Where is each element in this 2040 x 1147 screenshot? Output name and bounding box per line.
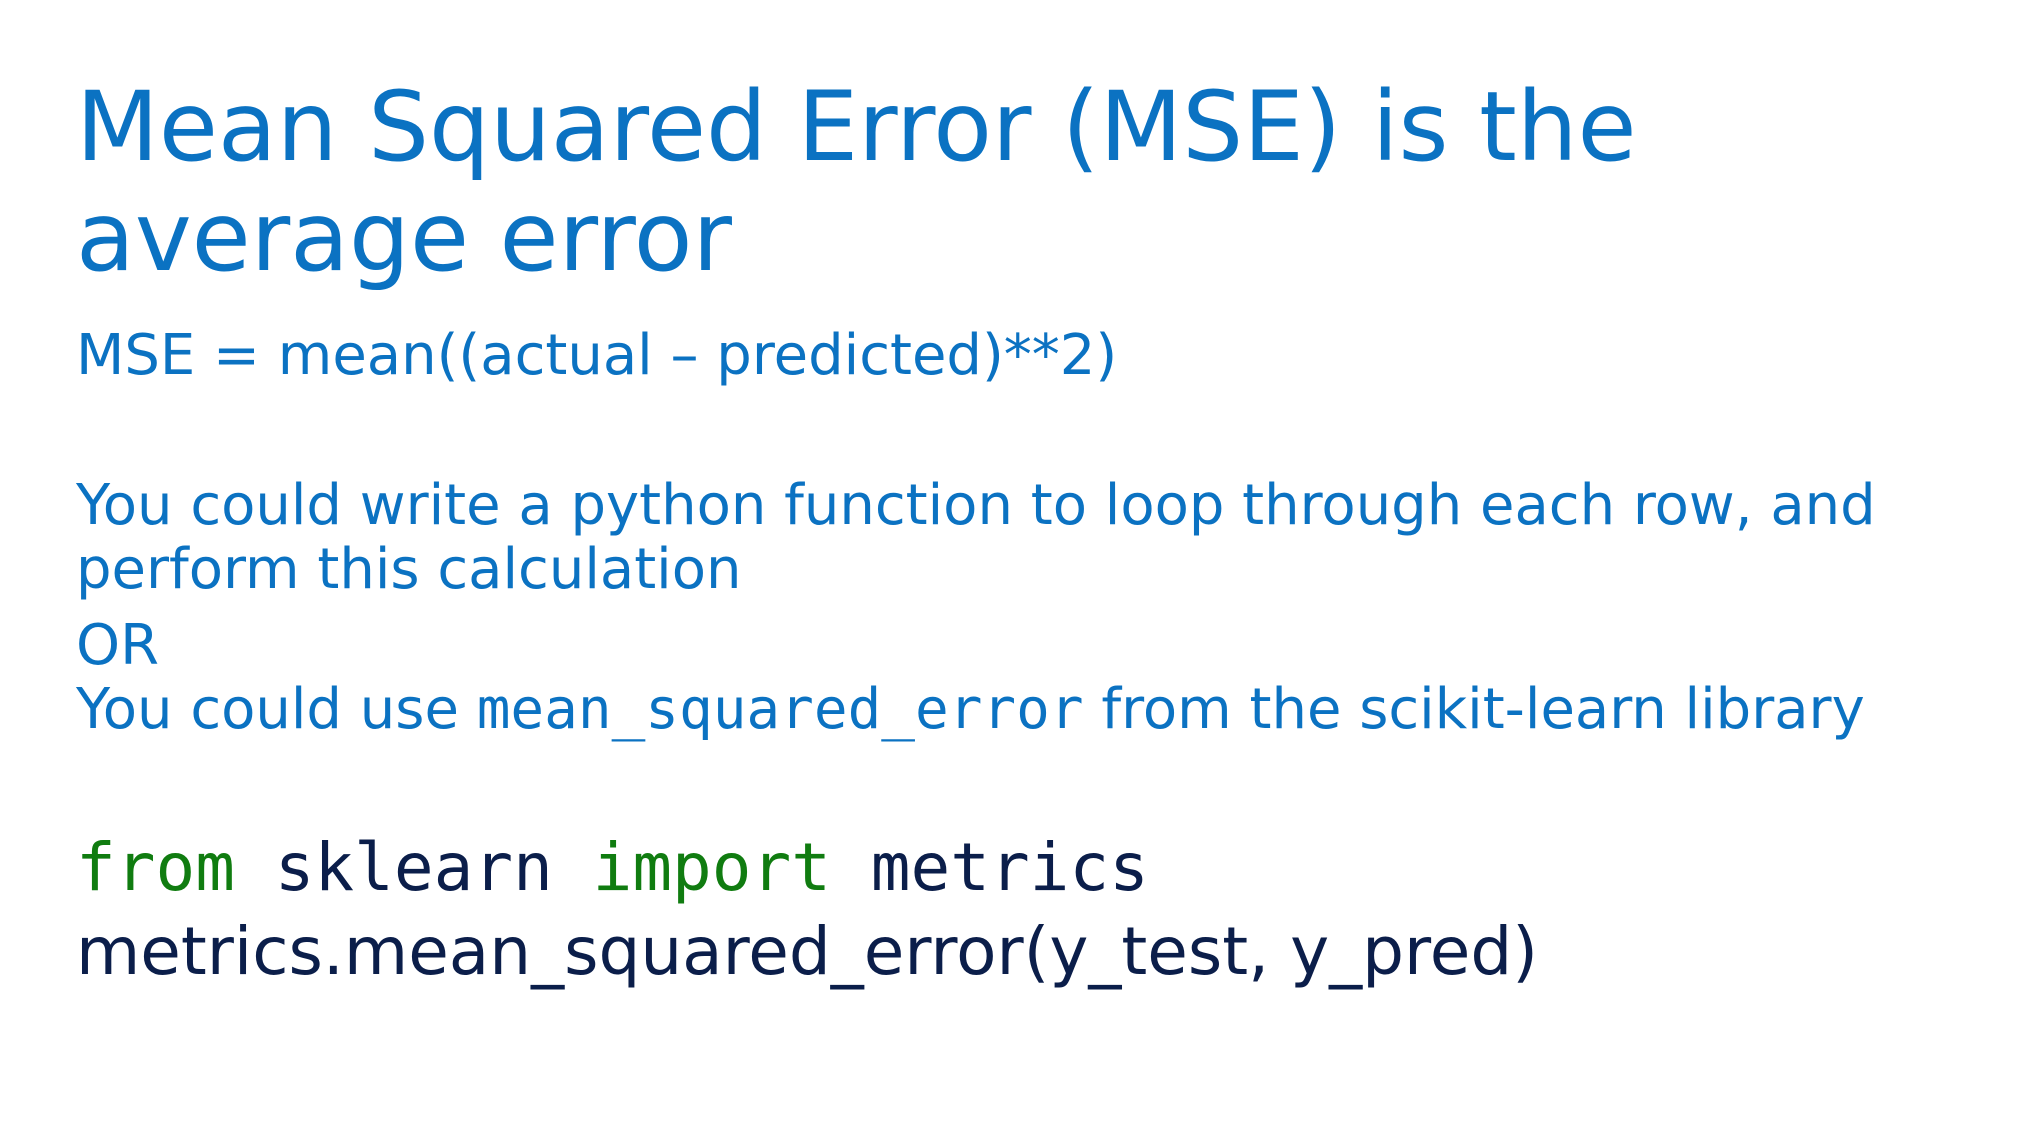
code-call-line: metrics.mean_squared_error(y_test, y_pre… bbox=[76, 913, 1538, 990]
mse-formula: MSE = mean((actual – predicted)**2) bbox=[76, 323, 1118, 388]
paragraph-line-2: perform this calculation bbox=[76, 537, 742, 602]
code-module-name: sklearn bbox=[234, 829, 593, 906]
slide-title: Mean Squared Error (MSE) is the average … bbox=[76, 71, 1637, 293]
code-keyword-import: import bbox=[592, 829, 831, 906]
library-suggestion: You could use mean_squared_error from th… bbox=[76, 678, 1976, 742]
slide: Mean Squared Error (MSE) is the average … bbox=[0, 0, 2040, 1147]
paragraph-line-1: You could write a python function to loo… bbox=[76, 473, 1876, 538]
inline-code-function-name: mean_squared_error bbox=[476, 677, 1084, 742]
library-suggestion-prefix: You could use bbox=[76, 677, 477, 742]
library-suggestion-suffix: from the scikit-learn library bbox=[1083, 677, 1865, 742]
or-text: OR bbox=[76, 613, 159, 678]
code-import-line: from sklearn import metrics bbox=[76, 828, 1149, 908]
code-imported-name: metrics bbox=[831, 829, 1149, 906]
code-keyword-from: from bbox=[76, 829, 235, 906]
